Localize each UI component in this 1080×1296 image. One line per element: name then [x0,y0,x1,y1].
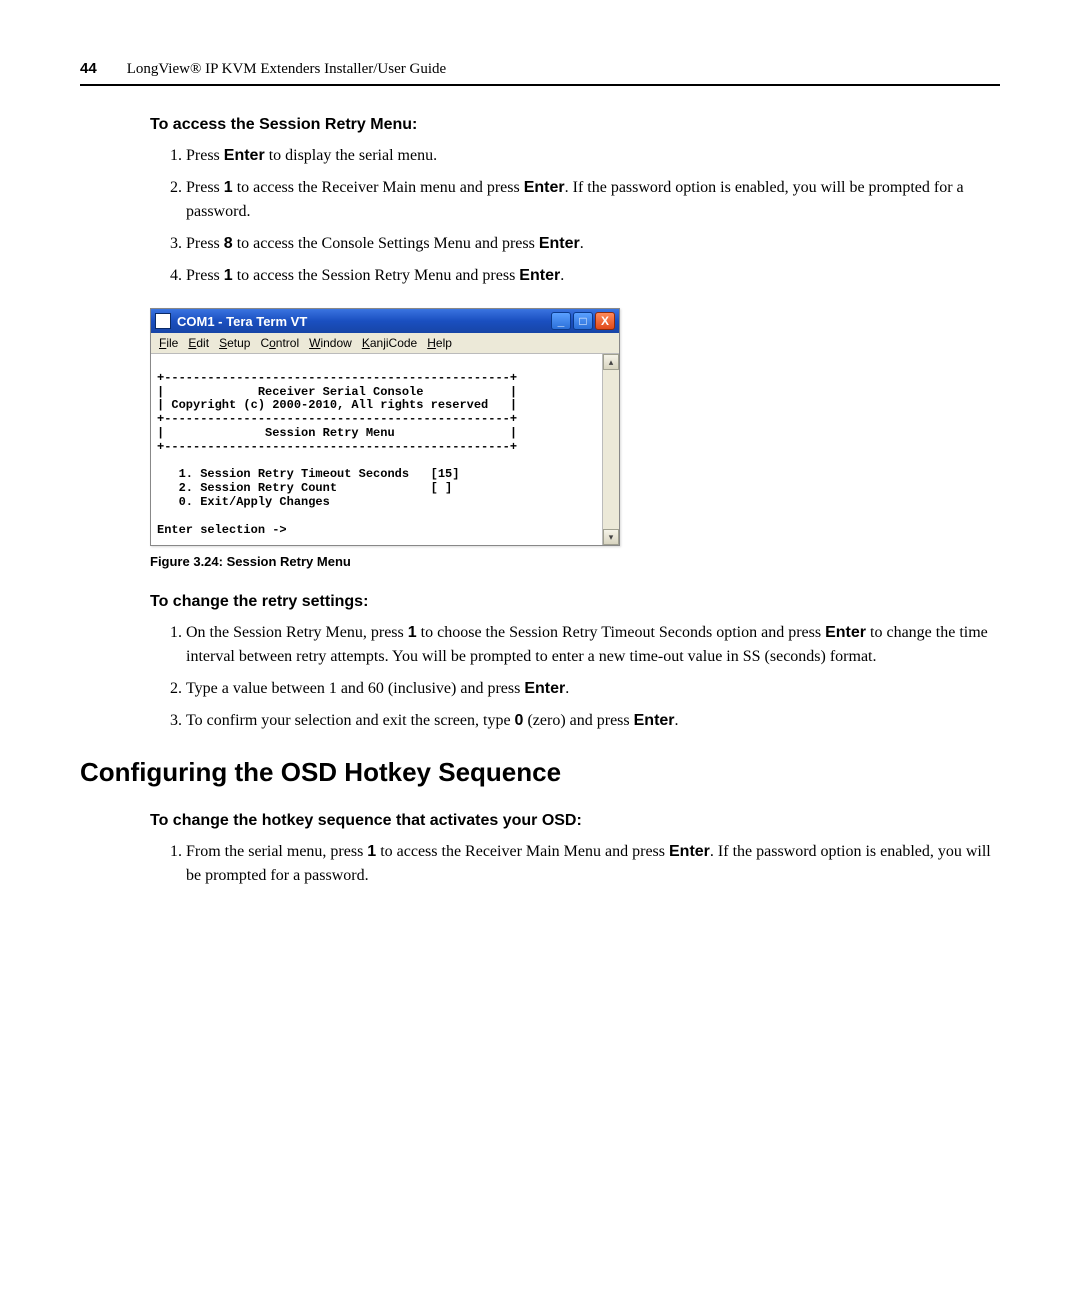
close-button[interactable]: X [595,312,615,330]
steps-change: On the Session Retry Menu, press 1 to ch… [150,621,1000,733]
menu-window[interactable]: Window [309,336,352,350]
main-heading-osd: Configuring the OSD Hotkey Sequence [80,757,1000,788]
steps-access: Press Enter to display the serial menu. … [150,144,1000,288]
terminal-window: COM1 - Tera Term VT _ □ X File Edit Setu… [150,308,620,546]
app-icon [155,313,171,329]
step: From the serial menu, press 1 to access … [186,840,1000,888]
section-heading-access: To access the Session Retry Menu: [150,116,1000,134]
menu-edit[interactable]: Edit [188,336,209,350]
step: Press 1 to access the Receiver Main menu… [186,176,1000,224]
figure-caption: Figure 3.24: Session Retry Menu [150,554,1000,569]
maximize-button[interactable]: □ [573,312,593,330]
step: On the Session Retry Menu, press 1 to ch… [186,621,1000,669]
step: Press Enter to display the serial menu. [186,144,1000,168]
menu-help[interactable]: Help [427,336,452,350]
minimize-button[interactable]: _ [551,312,571,330]
menubar: File Edit Setup Control Window KanjiCode… [151,333,619,354]
titlebar-text: COM1 - Tera Term VT [177,314,549,329]
steps-hotkey: From the serial menu, press 1 to access … [150,840,1000,888]
section-heading-hotkey: To change the hotkey sequence that activ… [150,812,1000,830]
menu-control[interactable]: Control [260,336,299,350]
step: Press 8 to access the Console Settings M… [186,232,1000,256]
terminal-body: +---------------------------------------… [151,354,602,545]
section-heading-change: To change the retry settings: [150,593,1000,611]
page-number: 44 [80,60,97,77]
step: Press 1 to access the Session Retry Menu… [186,264,1000,288]
titlebar: COM1 - Tera Term VT _ □ X [151,309,619,333]
figure-terminal: COM1 - Tera Term VT _ □ X File Edit Setu… [150,308,1000,546]
guide-title: LongView® IP KVM Extenders Installer/Use… [127,61,446,78]
menu-setup[interactable]: Setup [219,336,250,350]
page-header: 44 LongView® IP KVM Extenders Installer/… [80,60,1000,86]
step: Type a value between 1 and 60 (inclusive… [186,677,1000,701]
menu-kanjicode[interactable]: KanjiCode [362,336,417,350]
menu-file[interactable]: File [159,336,178,350]
scrollbar[interactable]: ▴ ▾ [602,354,619,545]
scroll-up-icon[interactable]: ▴ [603,354,619,370]
step: To confirm your selection and exit the s… [186,709,1000,733]
scroll-down-icon[interactable]: ▾ [603,529,619,545]
